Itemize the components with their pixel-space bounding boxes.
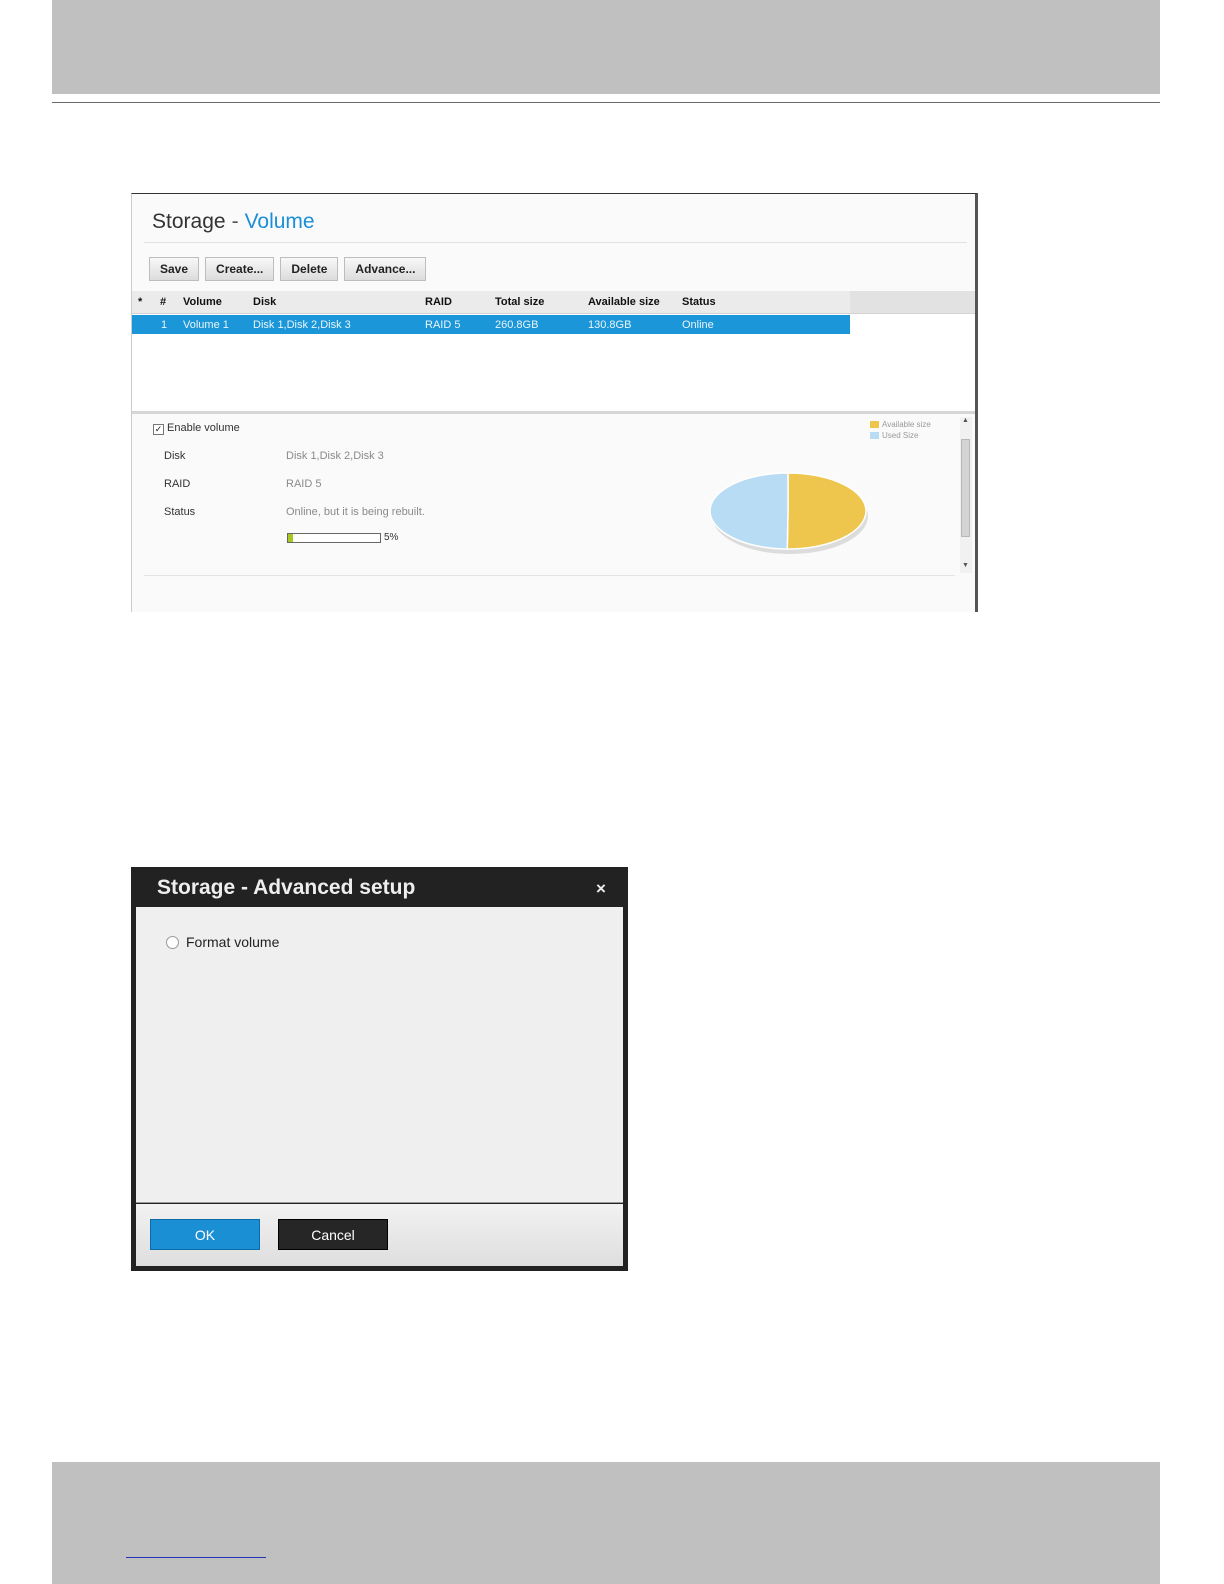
column-header-status[interactable]: Status <box>682 296 716 308</box>
scroll-down-icon[interactable]: ▼ <box>962 562 969 569</box>
footer-link[interactable] <box>126 1556 266 1558</box>
chart-legend: Available size Used Size <box>870 419 931 441</box>
cell-number: 1 <box>161 319 168 331</box>
dialog-footer: OK Cancel <box>136 1204 623 1266</box>
legend-swatch-used <box>870 432 879 440</box>
format-volume-radio[interactable] <box>166 936 179 949</box>
storage-volume-panel: Storage - Volume Save Create... Delete Adv… <box>131 193 978 612</box>
page-header-band <box>52 0 1160 94</box>
vertical-scrollbar[interactable]: ▲ ▼ <box>960 417 972 573</box>
rebuild-progress-fill <box>288 534 293 542</box>
ok-button[interactable]: OK <box>150 1219 260 1250</box>
title-divider <box>144 242 967 243</box>
enable-volume-label: Enable volume <box>167 422 240 434</box>
dialog-title: Storage - Advanced setup <box>157 876 416 899</box>
rebuild-progress-label: 5% <box>384 532 399 543</box>
advanced-setup-dialog: Storage - Advanced setup × Format volume… <box>131 867 628 1271</box>
column-header-number[interactable]: # <box>160 296 166 308</box>
column-header-total-size[interactable]: Total size <box>495 296 544 308</box>
dialog-body: Format volume <box>136 907 623 1203</box>
legend-label-used: Used Size <box>882 431 919 440</box>
title-main: Storage <box>152 210 226 233</box>
advance-button[interactable]: Advance... <box>344 257 427 281</box>
raid-value: RAID 5 <box>286 478 322 490</box>
status-label: Status <box>164 506 196 518</box>
rebuild-progress-bar <box>287 533 381 543</box>
disk-label: Disk <box>164 450 186 462</box>
column-header-raid[interactable]: RAID <box>425 296 452 308</box>
format-volume-label[interactable]: Format volume <box>186 934 279 950</box>
column-header-disk[interactable]: Disk <box>253 296 276 308</box>
status-value: Online, but it is being rebuilt. <box>286 506 425 518</box>
header-divider <box>52 102 1160 103</box>
cell-status: Online <box>682 319 714 331</box>
pie-slice-used <box>709 472 789 550</box>
volume-table: * # Volume Disk RAID Total size Availabl… <box>132 291 975 414</box>
title-separator: - <box>231 210 239 233</box>
scroll-up-icon[interactable]: ▲ <box>962 417 969 424</box>
pie-slice-available <box>786 472 867 550</box>
close-icon[interactable]: × <box>596 879 606 899</box>
volume-detail-pane: ✓ Enable volume Disk Disk 1,Disk 2,Disk … <box>132 415 975 612</box>
enable-volume-checkbox[interactable]: ✓ <box>153 424 164 435</box>
column-header-volume[interactable]: Volume <box>183 296 222 308</box>
legend-item-used: Used Size <box>870 430 931 441</box>
legend-label-available: Available size <box>882 420 931 429</box>
table-header: * # Volume Disk RAID Total size Availabl… <box>132 291 975 314</box>
header-filler <box>850 291 975 313</box>
create-button[interactable]: Create... <box>205 257 275 281</box>
save-button[interactable]: Save <box>149 257 200 281</box>
delete-button[interactable]: Delete <box>280 257 339 281</box>
cell-disk: Disk 1,Disk 2,Disk 3 <box>253 319 351 331</box>
page-title: Storage - Volume <box>152 210 315 234</box>
cell-volume: Volume 1 <box>183 319 229 331</box>
cell-raid: RAID 5 <box>425 319 461 331</box>
table-row[interactable]: 1 Volume 1 Disk 1,Disk 2,Disk 3 RAID 5 2… <box>132 315 850 334</box>
column-header-available-size[interactable]: Available size <box>588 296 660 308</box>
column-header-marker[interactable]: * <box>138 296 142 308</box>
scrollbar-thumb[interactable] <box>961 439 970 537</box>
cancel-button[interactable]: Cancel <box>278 1219 388 1250</box>
raid-label: RAID <box>164 478 191 490</box>
detail-divider <box>144 575 955 576</box>
toolbar: Save Create... Delete Advance... <box>149 257 427 281</box>
page-footer-band <box>52 1462 1160 1584</box>
title-accent: Volume <box>244 210 315 233</box>
legend-item-available: Available size <box>870 419 931 430</box>
legend-swatch-available <box>870 421 879 429</box>
cell-total-size: 260.8GB <box>495 319 539 331</box>
volume-usage-pie-chart <box>709 472 868 554</box>
cell-available-size: 130.8GB <box>588 319 632 331</box>
disk-value: Disk 1,Disk 2,Disk 3 <box>286 450 384 462</box>
